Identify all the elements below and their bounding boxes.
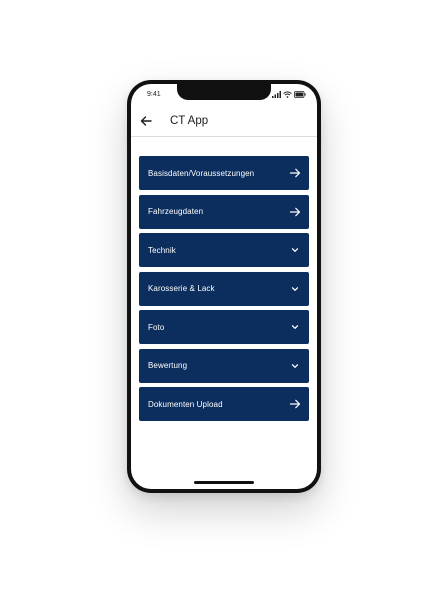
menu-item-label: Dokumenten Upload (148, 399, 223, 409)
menu-item-technik[interactable]: Technik (139, 233, 309, 267)
app-bar: CT App (131, 106, 317, 137)
menu-item-bewertung[interactable]: Bewertung (139, 348, 309, 383)
signal-icon (272, 91, 281, 98)
chevron-down-icon (289, 321, 301, 333)
menu-list: Basisdaten/Voraussetzungen Fahrzeugdaten… (139, 156, 309, 426)
menu-item-karosserie-lack[interactable]: Karosserie & Lack (139, 271, 309, 306)
notch (177, 84, 271, 100)
menu-item-label: Bewertung (148, 361, 188, 370)
app-title: CT App (170, 115, 209, 127)
menu-item-label: Basisdaten/Voraussetzungen (148, 168, 255, 178)
chevron-down-icon (289, 283, 301, 295)
menu-item-dokumenten-upload[interactable]: Dokumenten Upload (139, 387, 309, 421)
menu-item-label: Foto (148, 322, 165, 332)
status-icons (272, 91, 306, 98)
arrow-right-icon (289, 206, 301, 218)
battery-icon (294, 91, 306, 98)
menu-item-label: Technik (148, 245, 176, 255)
menu-item-label: Fahrzeugdaten (148, 207, 204, 216)
wifi-icon (283, 91, 292, 98)
phone-frame: 9:41 CT App Basisdaten/Voraussetzungen F… (127, 80, 321, 493)
chevron-down-icon (289, 360, 301, 372)
phone-screen: 9:41 CT App Basisdaten/Voraussetzungen F… (131, 84, 317, 489)
arrow-right-icon (289, 398, 301, 410)
stage: 9:41 CT App Basisdaten/Voraussetzungen F… (0, 0, 440, 592)
menu-item-basisdaten[interactable]: Basisdaten/Voraussetzungen (139, 156, 309, 190)
chevron-down-icon (289, 244, 301, 256)
status-time: 9:41 (147, 91, 161, 98)
arrow-left-icon[interactable] (139, 114, 153, 128)
menu-item-fahrzeugdaten[interactable]: Fahrzeugdaten (139, 194, 309, 229)
menu-item-label: Karosserie & Lack (148, 284, 215, 293)
home-indicator[interactable] (194, 481, 254, 484)
menu-item-foto[interactable]: Foto (139, 310, 309, 344)
arrow-right-icon (289, 167, 301, 179)
